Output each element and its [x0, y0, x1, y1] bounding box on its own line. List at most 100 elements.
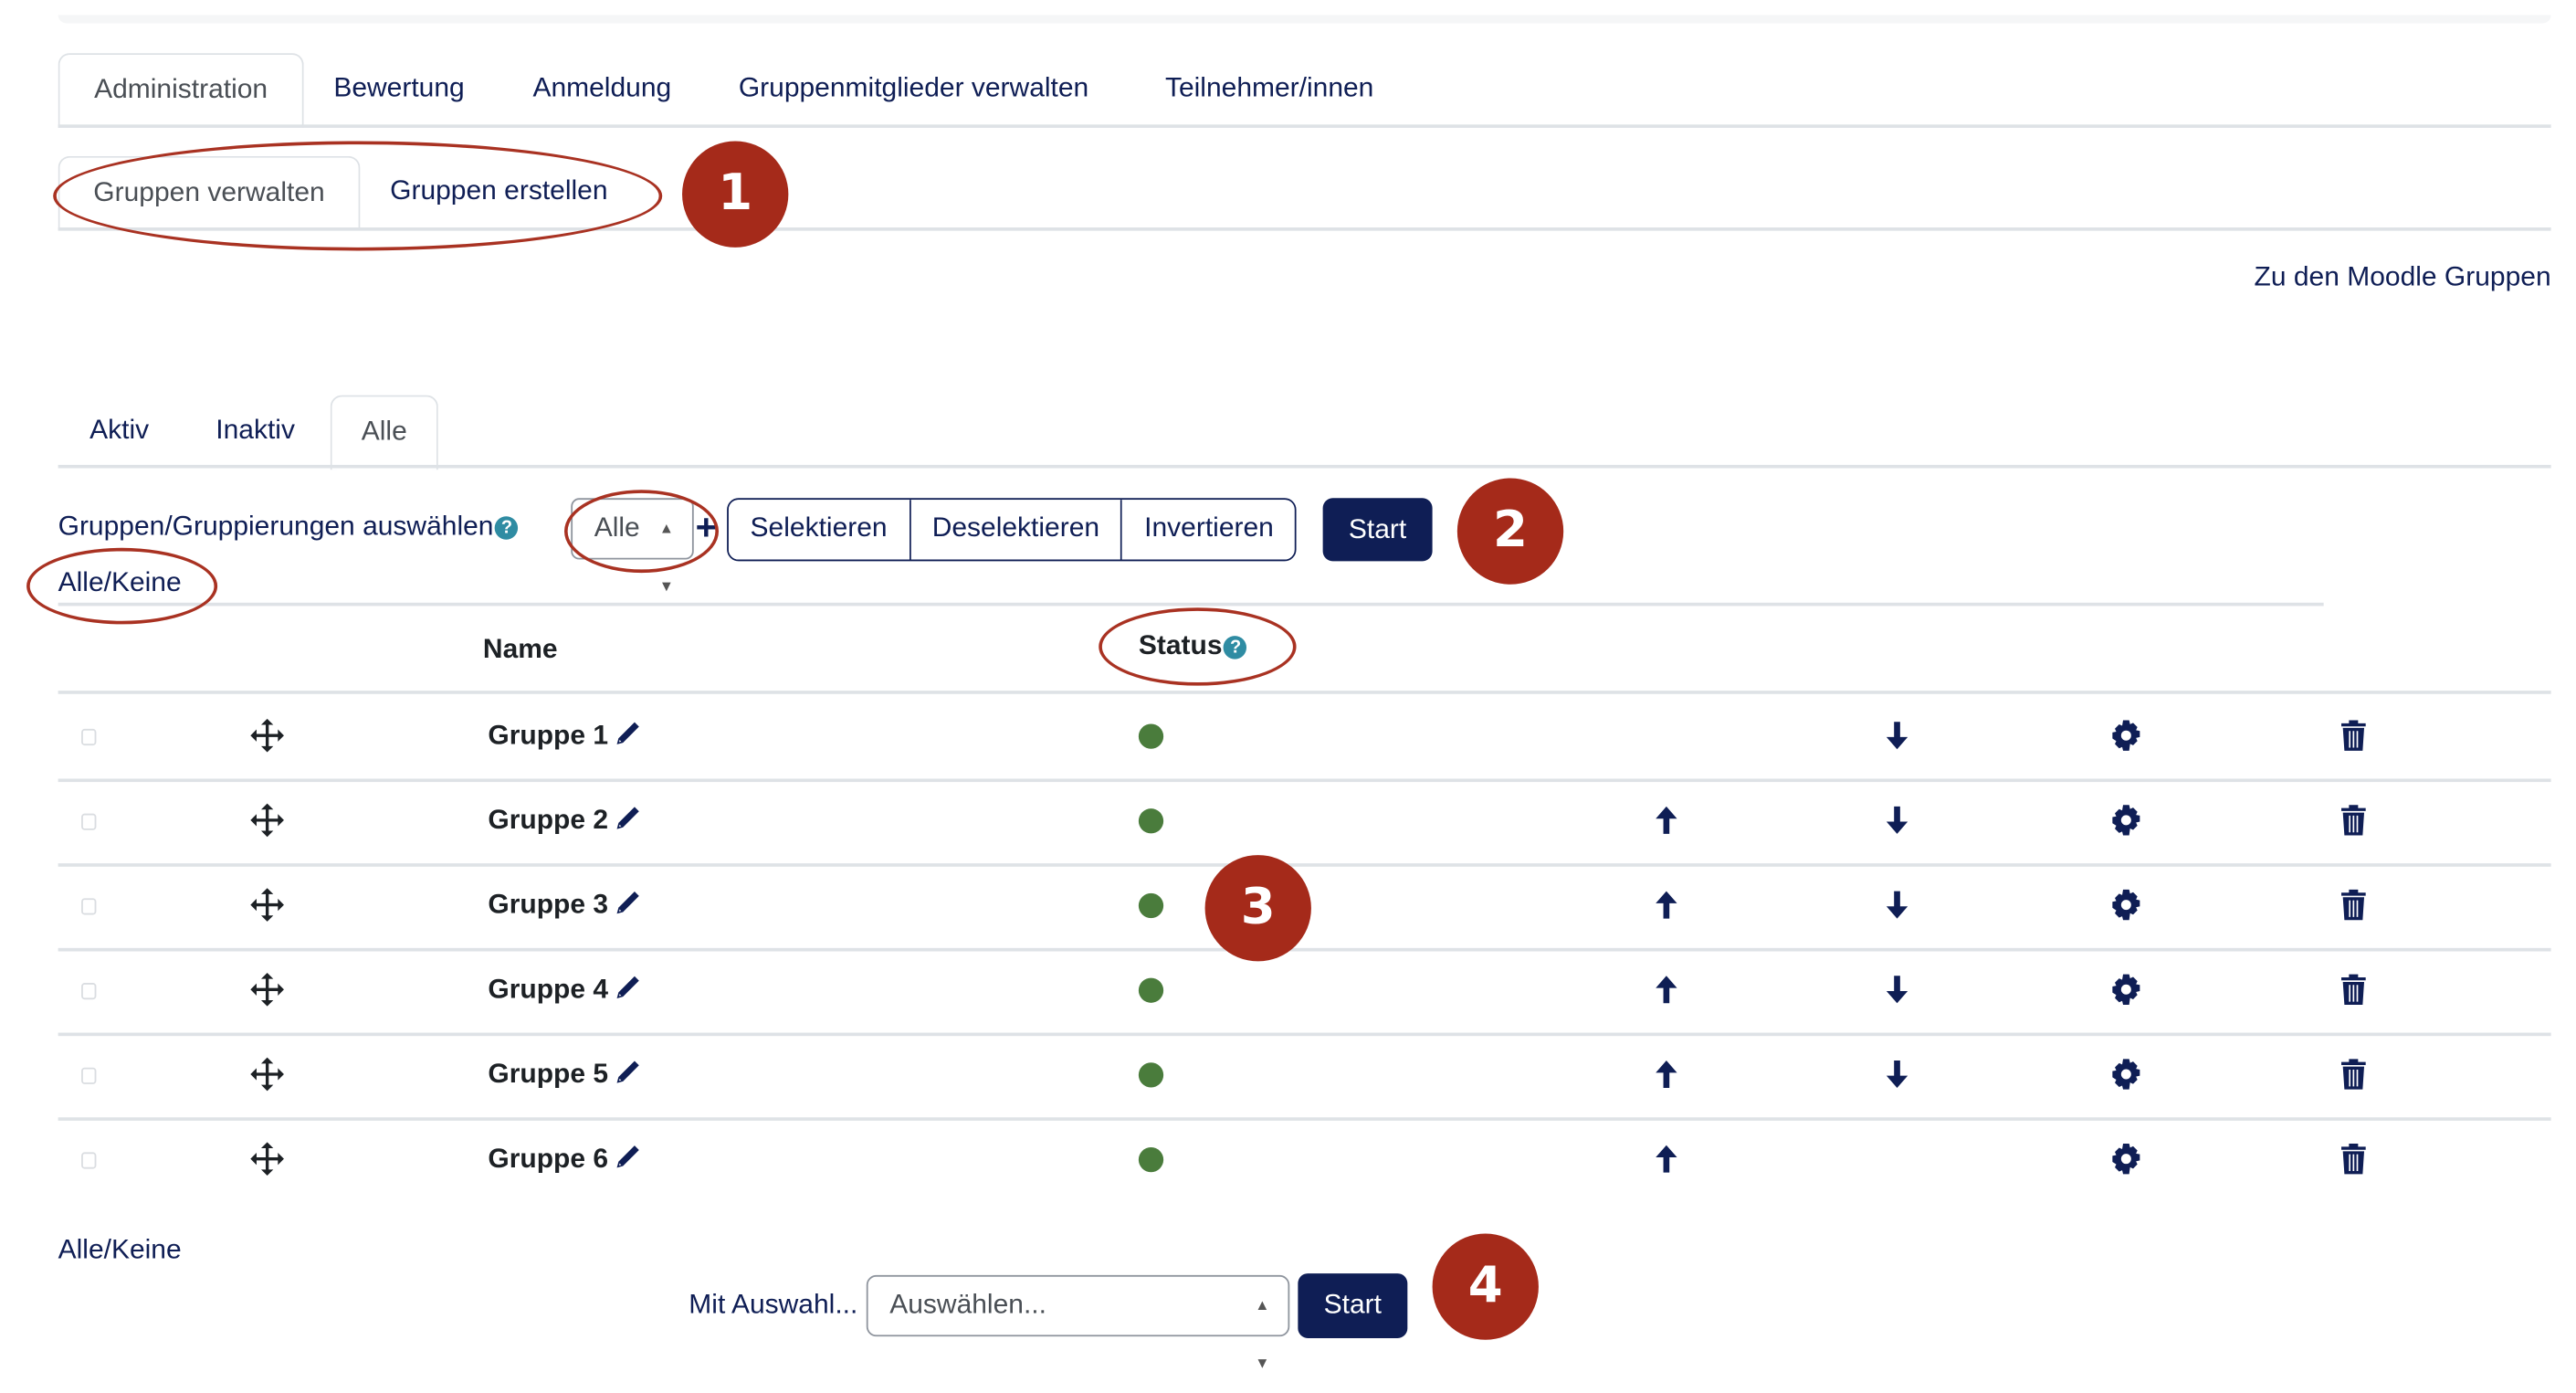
edit-pencil-icon[interactable] [615, 1144, 641, 1170]
page: Administration Bewertung Anmeldung Grupp… [0, 0, 2576, 1381]
edit-pencil-icon[interactable] [615, 806, 641, 832]
arrow-down-icon[interactable] [1879, 887, 1916, 923]
group-name-text: Gruppe 1 [488, 720, 609, 751]
bulk-action-select-value: Auswählen... [889, 1290, 1046, 1320]
selection-start-button[interactable]: Start [1322, 498, 1433, 562]
gear-icon[interactable] [2108, 802, 2144, 839]
arrow-up-icon[interactable] [1648, 1141, 1685, 1177]
bulk-action-select[interactable]: Auswählen... ▲ ▼ [866, 1274, 1290, 1371]
group-name: Gruppe 1 [488, 717, 641, 754]
tab-gruppen-verwalten[interactable]: Gruppen verwalten [58, 155, 361, 231]
trash-icon[interactable] [2335, 887, 2371, 923]
column-header-name: Name [482, 634, 558, 665]
table-row: Gruppe 6 [58, 1117, 2551, 1202]
row-checkbox[interactable] [81, 813, 97, 830]
gear-icon[interactable] [2108, 887, 2144, 923]
edit-pencil-icon[interactable] [615, 721, 641, 747]
row-checkbox[interactable] [81, 1152, 97, 1169]
main-tabs-divider [58, 124, 2551, 128]
row-checkbox[interactable] [81, 898, 97, 915]
status-dot [1138, 1146, 1164, 1173]
move-icon[interactable] [249, 1056, 286, 1092]
move-icon[interactable] [249, 717, 286, 754]
table-row: Gruppe 5 [58, 1033, 2551, 1121]
edit-pencil-icon[interactable] [615, 890, 641, 916]
status-help-icon[interactable]: ? [1224, 636, 1247, 660]
row-checkbox[interactable] [81, 1067, 97, 1084]
selection-button-group: Selektieren Deselektieren Invertieren [727, 498, 1298, 562]
move-icon[interactable] [249, 971, 286, 1008]
top-strip [58, 15, 2551, 24]
gear-icon[interactable] [2108, 1056, 2144, 1092]
table-row: Gruppe 4 [58, 948, 2551, 1037]
with-selection-label: Mit Auswahl... [689, 1290, 858, 1320]
trash-icon[interactable] [2335, 971, 2371, 1008]
arrow-up-icon[interactable] [1648, 802, 1685, 839]
arrow-up-icon[interactable] [1648, 887, 1685, 923]
status-dot [1138, 1062, 1164, 1088]
tab-alle[interactable]: Alle [330, 395, 438, 470]
invert-button[interactable]: Invertieren [1122, 500, 1296, 560]
status-dot [1138, 977, 1164, 1003]
bulk-action-start-button[interactable]: Start [1298, 1273, 1408, 1338]
all-none-link-top[interactable]: Alle/Keine [58, 568, 182, 600]
table-row: Gruppe 1 [58, 694, 2551, 783]
select-arrows-icon: ▲ ▼ [658, 519, 674, 595]
group-name-text: Gruppe 2 [488, 805, 609, 836]
arrow-down-icon[interactable] [1879, 1056, 1916, 1092]
status-dot [1138, 723, 1164, 749]
move-icon[interactable] [249, 887, 286, 923]
tab-gruppen-erstellen[interactable]: Gruppen erstellen [390, 156, 607, 226]
trash-icon[interactable] [2335, 1056, 2371, 1092]
annotation-badge-2: 2 [1456, 478, 1564, 585]
edit-pencil-icon[interactable] [615, 975, 641, 1001]
sub-tabs-divider [58, 227, 2551, 231]
filter-tabs-divider [58, 464, 2551, 469]
group-name: Gruppe 5 [488, 1056, 641, 1092]
tab-bewertung[interactable]: Bewertung [333, 53, 464, 122]
gear-icon[interactable] [2108, 971, 2144, 1008]
table-row: Gruppe 2 [58, 778, 2551, 867]
tab-gruppenmitglieder-verwalten[interactable]: Gruppenmitglieder verwalten [739, 53, 1088, 122]
tab-aktiv[interactable]: Aktiv [89, 396, 149, 465]
trash-icon[interactable] [2335, 717, 2371, 754]
gear-icon[interactable] [2108, 1141, 2144, 1177]
grouping-select[interactable]: Alle ▲ ▼ [571, 498, 694, 595]
move-icon[interactable] [249, 1141, 286, 1177]
tab-administration[interactable]: Administration [58, 53, 304, 128]
tab-inaktiv[interactable]: Inaktiv [216, 396, 295, 465]
status-dot [1138, 892, 1164, 919]
tab-anmeldung[interactable]: Anmeldung [532, 53, 671, 122]
question-circle-icon[interactable]: ? [495, 516, 519, 540]
select-button[interactable]: Selektieren [728, 500, 911, 560]
plus-icon[interactable]: + [696, 509, 717, 546]
trash-icon[interactable] [2335, 802, 2371, 839]
arrow-down-icon[interactable] [1879, 971, 1916, 1008]
tab-teilnehmer[interactable]: Teilnehmer/innen [1165, 53, 1373, 122]
column-header-status-text: Status [1138, 630, 1223, 661]
move-icon[interactable] [249, 802, 286, 839]
gear-icon[interactable] [2108, 717, 2144, 754]
group-name: Gruppe 2 [488, 802, 641, 839]
trash-icon[interactable] [2335, 1141, 2371, 1177]
group-name-text: Gruppe 6 [488, 1144, 609, 1175]
row-checkbox[interactable] [81, 728, 97, 746]
group-name-text: Gruppe 3 [488, 890, 609, 920]
annotation-badge-4: 4 [1432, 1233, 1539, 1340]
arrow-down-icon[interactable] [1879, 802, 1916, 839]
moodle-groups-link[interactable]: Zu den Moodle Gruppen [2255, 262, 2551, 294]
status-dot [1138, 808, 1164, 834]
group-selection-label-text: Gruppen/Gruppierungen auswählen [58, 511, 494, 542]
group-name: Gruppe 4 [488, 971, 641, 1008]
arrow-up-icon[interactable] [1648, 971, 1685, 1008]
row-checkbox[interactable] [81, 983, 97, 1000]
arrow-down-icon[interactable] [1879, 717, 1916, 754]
arrow-up-icon[interactable] [1648, 1056, 1685, 1092]
edit-pencil-icon[interactable] [615, 1060, 641, 1086]
annotation-badge-1: 1 [682, 141, 789, 248]
group-name-text: Gruppe 4 [488, 974, 609, 1005]
deselect-button[interactable]: Deselektieren [910, 500, 1123, 560]
grouping-select-value: Alle [594, 512, 640, 543]
annotation-badge-3: 3 [1204, 855, 1311, 962]
all-none-link-bottom[interactable]: Alle/Keine [58, 1235, 182, 1267]
